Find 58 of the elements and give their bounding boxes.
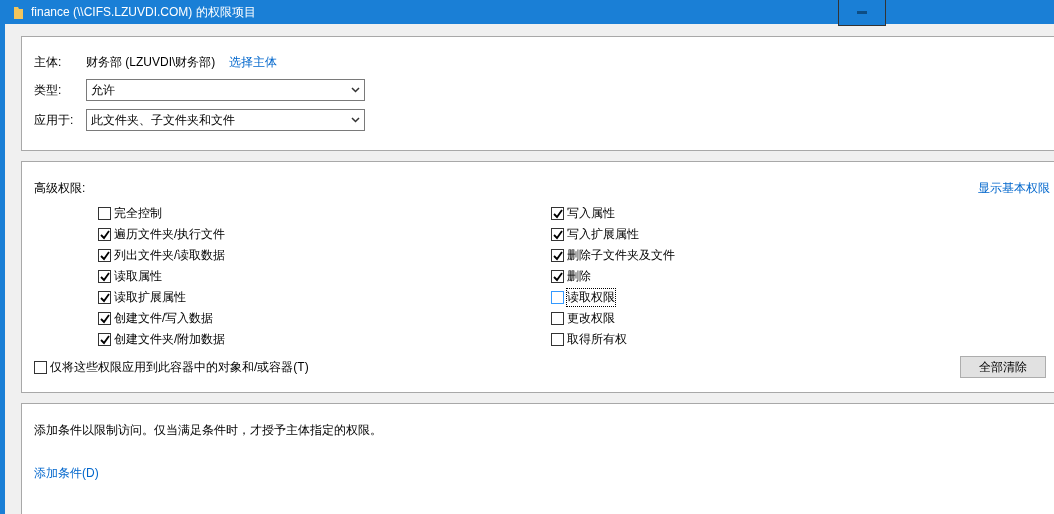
checkbox-label: 仅将这些权限应用到此容器中的对象和/或容器(T) — [50, 358, 309, 376]
select-principal-link[interactable]: 选择主体 — [229, 53, 278, 71]
window-title: finance (\\CIFS.LZUVDI.COM) 的权限项目 — [31, 3, 257, 21]
field-label: 应用于: — [34, 111, 75, 129]
checkmark-icon — [99, 313, 110, 324]
checkmark-icon — [99, 229, 110, 240]
checkbox[interactable] — [98, 312, 111, 325]
chevron-down-icon — [351, 87, 360, 93]
checkbox[interactable] — [98, 207, 111, 220]
checkmark-icon — [552, 250, 563, 261]
checkbox-label: 读取权限 — [567, 289, 615, 306]
checkbox-label: 遍历文件夹/执行文件 — [114, 226, 226, 243]
checkbox[interactable] — [551, 249, 564, 262]
checkbox-label: 删除 — [567, 268, 591, 285]
checkbox[interactable] — [98, 291, 111, 304]
checkmark-icon — [99, 250, 110, 261]
dropdown[interactable]: 允许 — [86, 79, 365, 101]
checkmark-icon — [552, 229, 563, 240]
checkbox[interactable] — [551, 207, 564, 220]
checkbox[interactable] — [98, 270, 111, 283]
section-title: 高级权限: — [34, 180, 86, 197]
conditions-text: 添加条件以限制访问。仅当满足条件时，才授予主体指定的权限。 — [34, 423, 382, 437]
checkbox-label: 更改权限 — [567, 310, 615, 327]
principal-label: 主体: — [34, 53, 63, 71]
checkbox-label: 完全控制 — [114, 205, 162, 222]
checkbox-label: 删除子文件夹及文件 — [567, 247, 675, 264]
clear-all-button[interactable]: 全部清除 — [960, 356, 1046, 378]
field-label: 类型: — [34, 81, 63, 99]
show-basic-link[interactable]: 显示基本权限 — [978, 180, 1050, 197]
principal-value: 财务部 (LZUVDI\财务部) — [86, 53, 216, 71]
chevron-down-icon — [351, 117, 360, 123]
checkbox-label: 创建文件/写入数据 — [114, 310, 214, 327]
add-condition-link[interactable]: 添加条件(D) — [34, 466, 99, 480]
checkbox[interactable] — [98, 249, 111, 262]
checkmark-icon — [552, 271, 563, 282]
checkmark-icon — [552, 208, 563, 219]
checkmark-icon — [99, 292, 110, 303]
checkbox-label: 列出文件夹/读取数据 — [114, 247, 226, 264]
checkbox[interactable] — [551, 291, 564, 304]
checkmark-icon — [99, 334, 110, 345]
dropdown[interactable]: 此文件夹、子文件夹和文件 — [86, 109, 365, 131]
checkbox-label: 读取属性 — [114, 268, 162, 285]
checkmark-icon — [99, 271, 110, 282]
minimize-button[interactable] — [838, 0, 886, 26]
checkbox[interactable] — [551, 333, 564, 346]
checkbox[interactable] — [98, 228, 111, 241]
checkbox[interactable] — [34, 360, 47, 374]
checkbox[interactable] — [551, 228, 564, 241]
checkbox-label: 写入属性 — [567, 205, 615, 222]
checkbox-label: 取得所有权 — [567, 331, 627, 348]
minimize-icon — [857, 11, 867, 14]
checkbox[interactable] — [551, 312, 564, 325]
checkbox[interactable] — [551, 270, 564, 283]
checkbox-label: 写入扩展属性 — [567, 226, 639, 243]
checkbox-label: 读取扩展属性 — [114, 289, 186, 306]
folder-icon — [14, 5, 23, 19]
checkbox-label: 创建文件夹/附加数据 — [114, 331, 226, 348]
checkbox[interactable] — [98, 333, 111, 346]
